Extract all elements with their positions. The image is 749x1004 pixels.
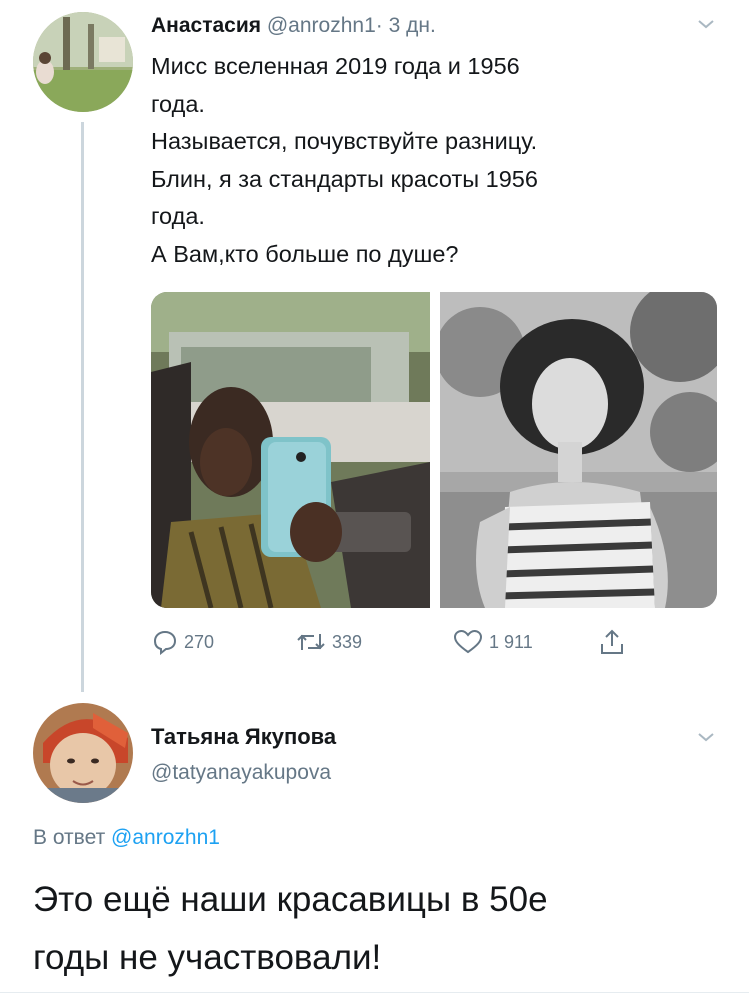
retweet-button[interactable]: 339 — [296, 624, 362, 660]
avatar-photo — [33, 703, 133, 803]
like-icon — [453, 629, 483, 654]
chevron-down-icon[interactable] — [697, 731, 715, 743]
reply-prefix: В ответ — [33, 826, 106, 849]
divider — [0, 992, 749, 993]
share-button[interactable] — [598, 624, 632, 660]
tweet-text-line: Это ещё наши красавицы в 50е — [33, 880, 548, 919]
tweet-timestamp[interactable]: 3 дн. — [389, 14, 436, 37]
like-button[interactable]: 1 911 — [453, 624, 533, 660]
author-name[interactable]: Анастасия — [151, 14, 261, 37]
reply-to-link[interactable]: @anrozhn1 — [111, 826, 220, 849]
tweet-text-line: года. — [151, 90, 205, 117]
reply-context: В ответ @anrozhn1 — [33, 826, 220, 850]
reply-count: 270 — [184, 631, 215, 652]
tweet-header: Анастасия @anrozhn1· 3 дн. — [151, 13, 436, 39]
like-count: 1 911 — [489, 631, 533, 652]
author-handle[interactable]: @anrozhn1 — [267, 14, 376, 37]
tweet-text: Это ещё наши красавицы в 50е годы не уча… — [33, 871, 723, 987]
reply-button[interactable]: 270 — [152, 624, 214, 660]
chevron-down-icon[interactable] — [697, 18, 715, 30]
tweet-text-line: Называется, почувствуйте разницу. — [151, 128, 538, 154]
tweet-text-line: года. — [151, 203, 205, 229]
retweet-icon — [297, 634, 325, 650]
avatar-photo — [33, 12, 133, 112]
photo-miss-universe-2019[interactable] — [151, 292, 430, 608]
separator: · — [375, 14, 383, 37]
retweet-count: 339 — [332, 631, 363, 652]
tweet-text-line: Блин, я за стандарты красоты 1956 — [151, 165, 538, 192]
tweet-text-line: годы не участвовали! — [33, 938, 382, 977]
avatar[interactable] — [33, 703, 133, 803]
author-name[interactable]: Татьяна Якупова — [151, 724, 336, 750]
photo-1956[interactable] — [440, 292, 717, 608]
tweet-text-line: Мисс вселенная 2019 года и 1956 — [151, 53, 520, 79]
thread-line — [81, 122, 84, 692]
share-icon — [601, 629, 623, 654]
tweet-media — [151, 292, 717, 608]
avatar[interactable] — [33, 12, 133, 112]
reply-icon — [153, 630, 177, 655]
author-handle[interactable]: @tatyanayakupova — [151, 761, 331, 785]
tweet-text: Мисс вселенная 2019 года и 1956 года. На… — [151, 48, 711, 273]
tweet-text-line: А Вам,кто больше по душе? — [151, 240, 459, 267]
